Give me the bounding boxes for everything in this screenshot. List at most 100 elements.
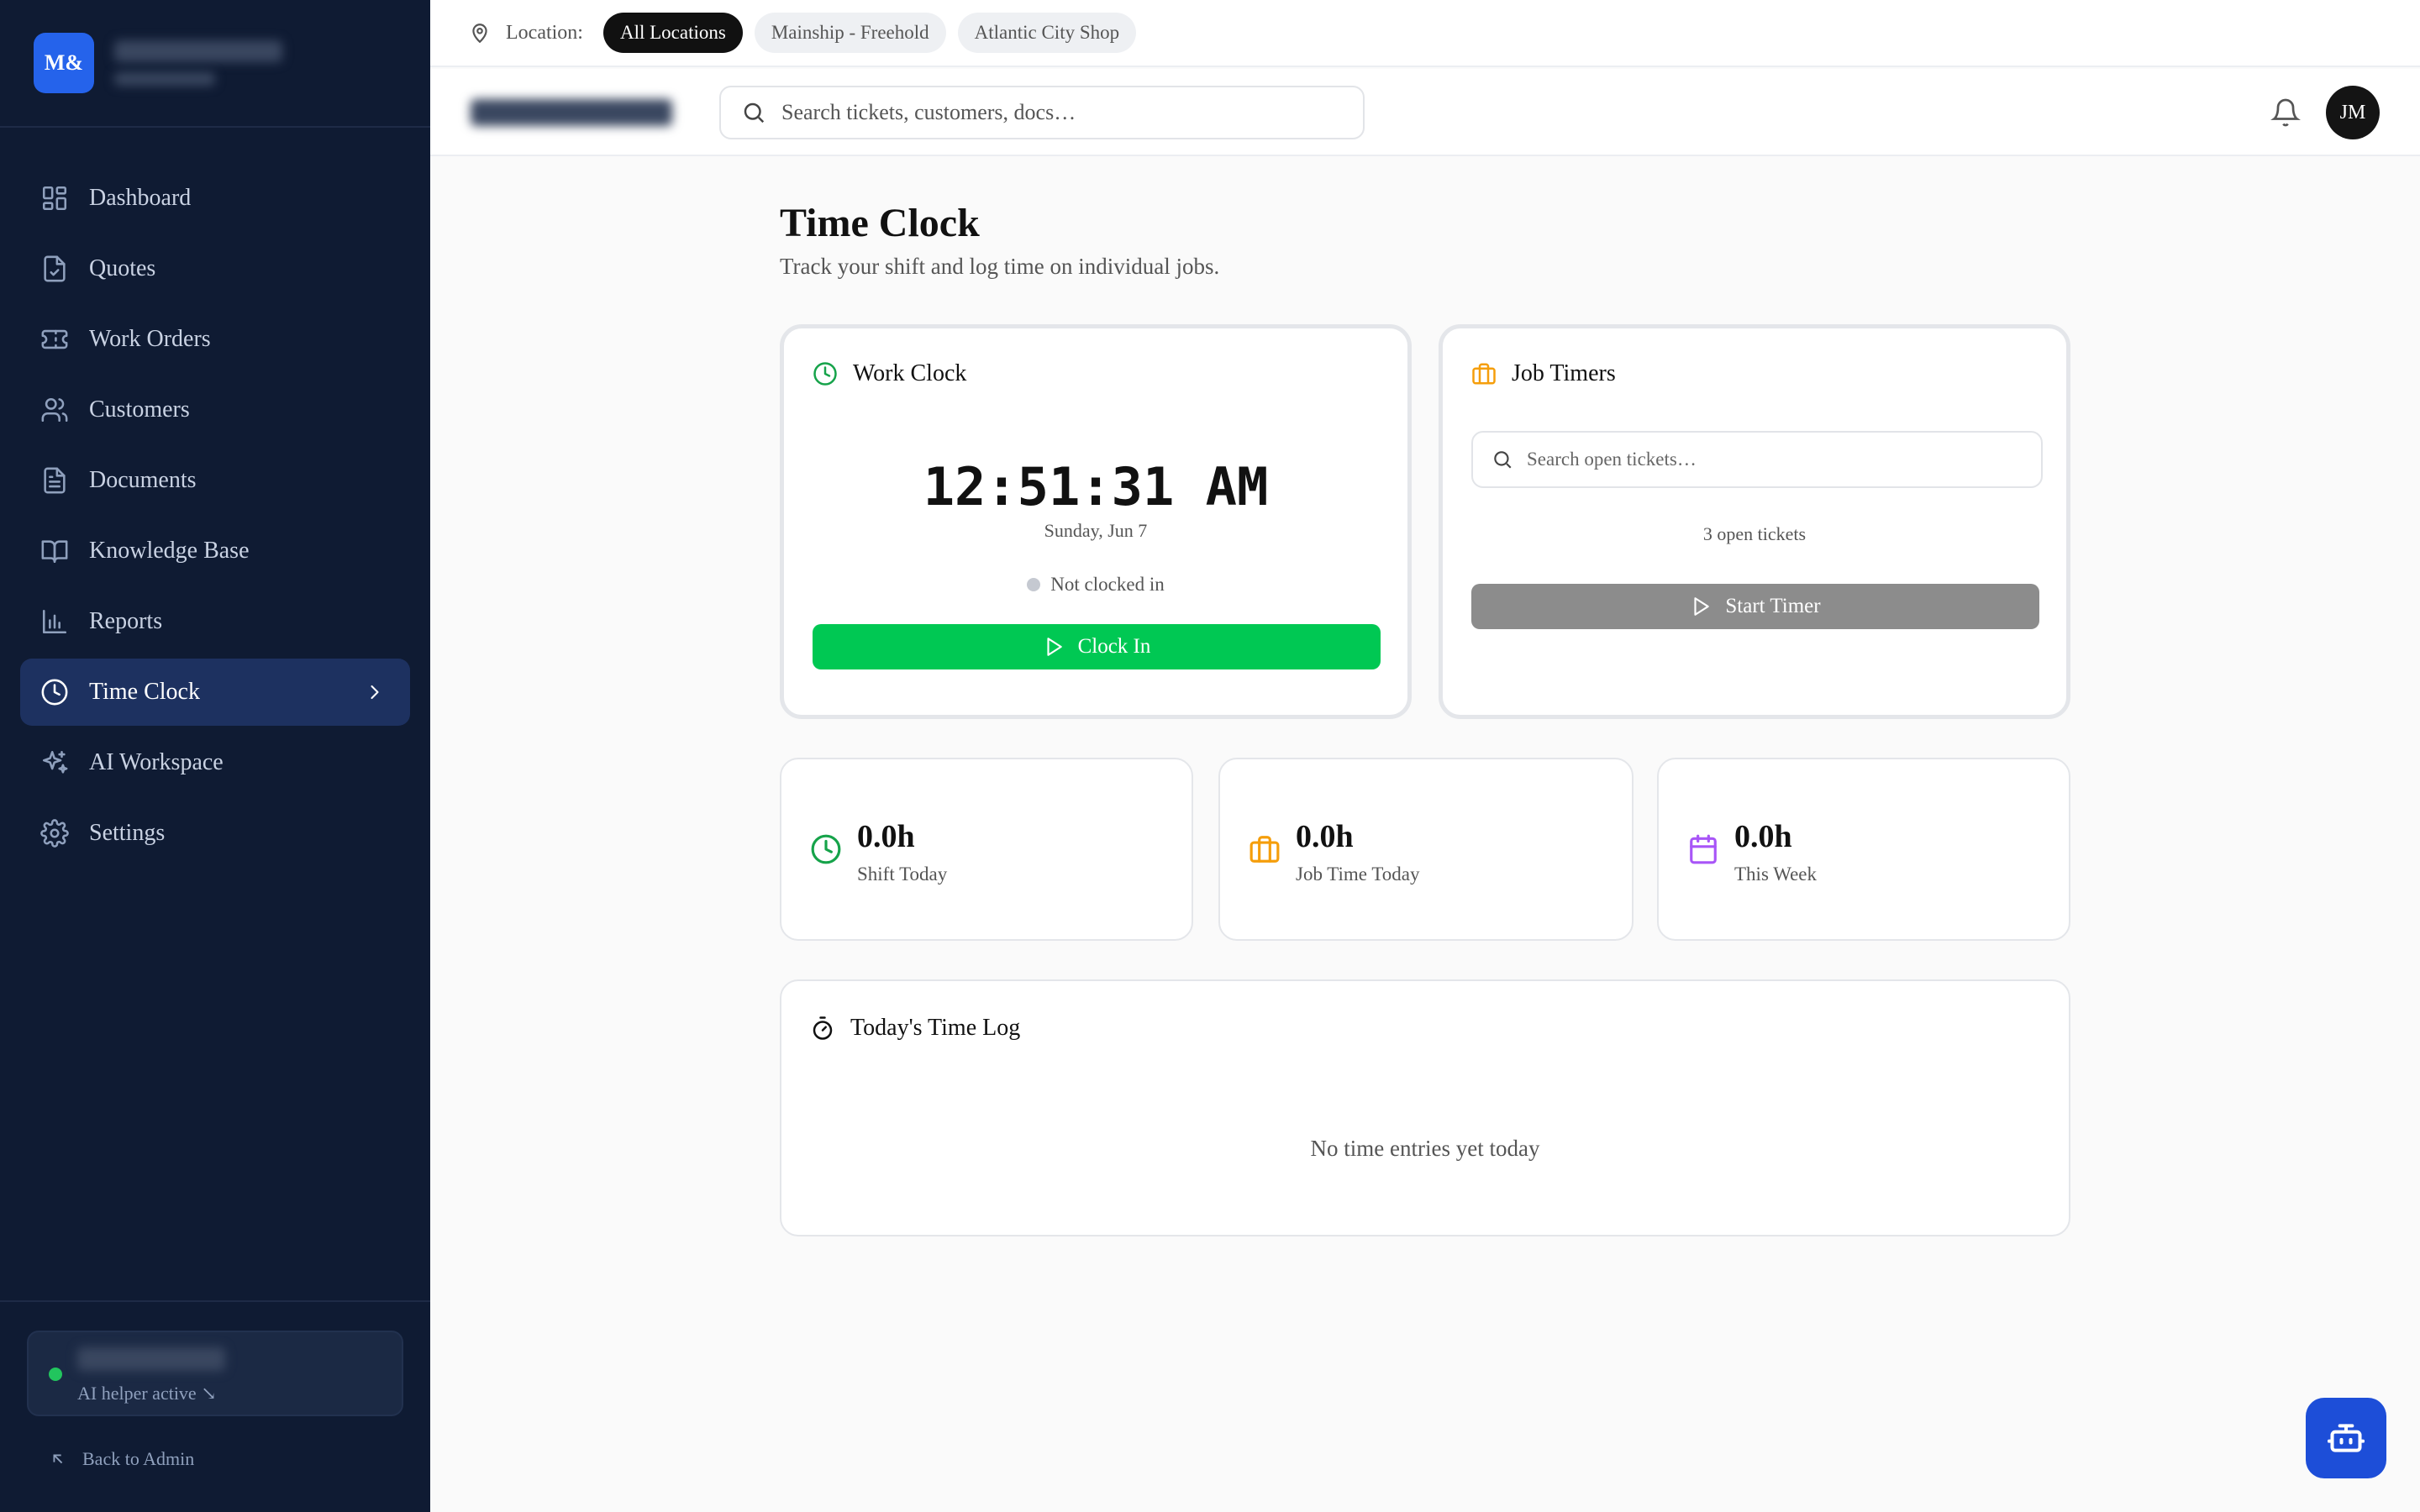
stat-value: 0.0h bbox=[1296, 819, 1354, 854]
top-header: JM bbox=[430, 69, 2420, 156]
sidebar-item-label: AI Workspace bbox=[89, 749, 224, 775]
page-title: Time Clock bbox=[780, 201, 980, 245]
open-tickets-count: 3 open tickets bbox=[1702, 523, 1807, 544]
clock-status: Not clocked in bbox=[784, 574, 1407, 596]
location-chip-atlantic-city[interactable]: Atlantic City Shop bbox=[957, 13, 1137, 53]
clock-date: Sunday, Jun 7 bbox=[1044, 520, 1148, 541]
chevron-right-icon bbox=[363, 680, 387, 704]
start-timer-button[interactable]: Start Timer bbox=[1471, 584, 2039, 629]
sidebar-item-time-clock[interactable]: Time Clock bbox=[20, 659, 410, 726]
bell-icon[interactable] bbox=[2270, 97, 2301, 128]
job-timers-title: Job Timers bbox=[1512, 360, 1616, 386]
stat-label: Job Time Today bbox=[1296, 864, 1420, 885]
brand-name-redacted bbox=[114, 40, 282, 86]
sidebar-footer: AI helper active ↘ Back to Admin bbox=[0, 1300, 430, 1512]
back-to-admin-link[interactable]: Back to Admin bbox=[49, 1448, 194, 1470]
quote-icon bbox=[40, 255, 69, 283]
bot-icon bbox=[2328, 1424, 2365, 1452]
map-pin-icon bbox=[472, 24, 487, 44]
brand: M& bbox=[0, 0, 430, 128]
location-bar: Location: All Locations Mainship - Freeh… bbox=[430, 0, 2420, 67]
status-dot bbox=[1027, 578, 1041, 591]
ticket-icon bbox=[40, 325, 69, 354]
stat-label: Shift Today bbox=[857, 864, 948, 885]
sidebar-item-label: Dashboard bbox=[89, 185, 192, 211]
location-chip-mainship[interactable]: Mainship - Freehold bbox=[754, 13, 946, 53]
work-clock-header: Work Clock bbox=[813, 360, 966, 387]
work-clock-card: Work Clock 12:51:31 AM Sunday, Jun 7 Not… bbox=[780, 324, 1412, 719]
dashboard-icon bbox=[40, 184, 69, 213]
time-log-card: Today's Time Log No time entries yet tod… bbox=[780, 979, 2070, 1236]
sidebar-item-work-orders[interactable]: Work Orders bbox=[20, 306, 410, 373]
stat-value: 0.0h bbox=[1734, 819, 1792, 854]
sidebar-item-label: Time Clock bbox=[89, 679, 200, 705]
work-clock-title: Work Clock bbox=[853, 360, 967, 386]
users-icon bbox=[40, 396, 69, 424]
time-log-title: Today's Time Log bbox=[850, 1015, 1021, 1041]
location-chip-all[interactable]: All Locations bbox=[602, 13, 743, 53]
sidebar-item-ai-workspace[interactable]: AI Workspace bbox=[20, 729, 410, 796]
sidebar-item-customers[interactable]: Customers bbox=[20, 376, 410, 444]
back-to-admin-label: Back to Admin bbox=[82, 1448, 195, 1469]
sidebar-item-settings[interactable]: Settings bbox=[20, 800, 410, 867]
play-icon bbox=[1047, 638, 1062, 656]
search-icon bbox=[1494, 451, 1512, 469]
page-subtitle: Track your shift and log time on individ… bbox=[780, 254, 1220, 279]
document-icon bbox=[40, 466, 69, 495]
ai-assistant-button[interactable] bbox=[2306, 1398, 2386, 1478]
time-log-empty-message: No time entries yet today bbox=[1310, 1136, 1540, 1161]
sidebar-item-label: Settings bbox=[89, 820, 166, 846]
sidebar-item-reports[interactable]: Reports bbox=[20, 588, 410, 655]
bar-chart-icon bbox=[40, 607, 69, 636]
sidebar-item-documents[interactable]: Documents bbox=[20, 447, 410, 514]
sidebar-nav: Dashboard Quotes Work Orders Customers D… bbox=[0, 128, 430, 867]
sidebar-item-label: Knowledge Base bbox=[89, 538, 250, 564]
location-label: Location: bbox=[506, 21, 583, 44]
clock-time: 12:51:31 AM bbox=[923, 456, 1269, 517]
calendar-icon bbox=[1687, 833, 1719, 865]
ticket-search[interactable] bbox=[1471, 431, 2043, 488]
status-dot bbox=[49, 1368, 62, 1381]
sidebar-item-label: Reports bbox=[89, 608, 163, 634]
ai-helper-status: AI helper active ↘ bbox=[77, 1383, 217, 1404]
stat-card-job-time-today: 0.0h Job Time Today bbox=[1218, 758, 1634, 941]
clock-in-button[interactable]: Clock In bbox=[813, 624, 1381, 669]
sidebar-item-dashboard[interactable]: Dashboard bbox=[20, 165, 410, 232]
ticket-search-input[interactable] bbox=[1527, 449, 2031, 470]
job-timers-card: Job Timers 3 open tickets Start Timer bbox=[1439, 324, 2070, 719]
gear-icon bbox=[40, 819, 69, 848]
search-input[interactable] bbox=[781, 100, 1319, 125]
play-icon bbox=[1694, 597, 1710, 616]
start-timer-label: Start Timer bbox=[1725, 595, 1821, 617]
book-icon bbox=[40, 537, 69, 565]
clock-icon bbox=[810, 833, 842, 865]
ai-helper-card[interactable]: AI helper active ↘ bbox=[27, 1331, 403, 1416]
briefcase-icon bbox=[1249, 833, 1281, 865]
company-name-redacted bbox=[471, 99, 672, 126]
stat-card-shift-today: 0.0h Shift Today bbox=[780, 758, 1193, 941]
arrow-up-left-icon bbox=[53, 1454, 63, 1464]
global-search[interactable] bbox=[719, 86, 1365, 139]
stat-card-this-week: 0.0h This Week bbox=[1657, 758, 2070, 941]
sidebar-item-label: Quotes bbox=[89, 255, 156, 281]
stat-label: This Week bbox=[1734, 864, 1818, 885]
stat-value: 0.0h bbox=[857, 819, 915, 854]
sidebar-item-quotes[interactable]: Quotes bbox=[20, 235, 410, 302]
sidebar-item-knowledge-base[interactable]: Knowledge Base bbox=[20, 517, 410, 585]
sidebar-item-label: Documents bbox=[89, 467, 197, 493]
sidebar-item-label: Work Orders bbox=[89, 326, 211, 352]
clock-status-text: Not clocked in bbox=[1050, 574, 1165, 595]
avatar[interactable]: JM bbox=[2326, 86, 2380, 139]
clock-icon bbox=[813, 362, 837, 386]
time-log-header: Today's Time Log bbox=[810, 1015, 1020, 1042]
clock-icon bbox=[40, 678, 69, 706]
clock-in-label: Clock In bbox=[1077, 635, 1151, 658]
job-timers-header: Job Timers bbox=[1471, 360, 1616, 387]
user-name-redacted bbox=[77, 1347, 225, 1371]
briefcase-icon bbox=[1472, 363, 1496, 385]
sparkles-icon bbox=[40, 748, 69, 777]
search-icon bbox=[744, 102, 765, 123]
brand-logo: M& bbox=[34, 33, 94, 93]
sidebar: M& Dashboard Quotes Work Orders Customer… bbox=[0, 0, 430, 1512]
sidebar-item-label: Customers bbox=[89, 396, 190, 423]
